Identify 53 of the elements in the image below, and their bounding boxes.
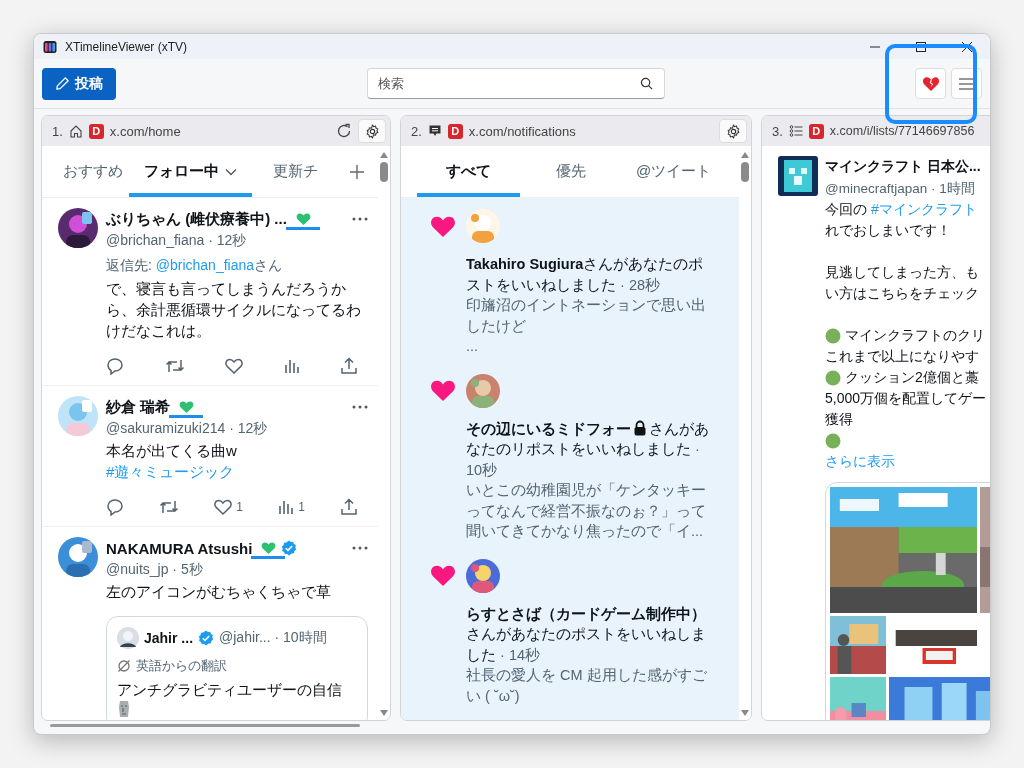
tab[interactable]: おすすめ — [58, 146, 129, 197]
author-name[interactable]: 紗倉 瑞希 — [106, 397, 171, 417]
post-text: 見逃してしまった方、も — [825, 263, 979, 282]
post-text: 獲得 — [825, 410, 853, 429]
view-count: 1 — [298, 500, 305, 514]
service-badge: D — [88, 123, 104, 139]
handle-and-time: @nuits_jp · 5秒 — [106, 561, 203, 577]
notification-text: Takahiro Sugiuraさんがあなたのポストをいいねしました · 28秒 — [466, 255, 705, 295]
column-number: 2. — [411, 123, 422, 139]
post-excerpt: 社長の愛人を CM 起用した感がすごい ( ˘ω˘) — [466, 667, 707, 704]
window-title: XTimelineViewer (xTV) — [65, 39, 188, 54]
service-badge: D — [808, 123, 824, 139]
column-url: x.com/notifications — [468, 123, 576, 139]
column-url: x.com/home — [109, 123, 181, 139]
translation-note: 英語からの翻訳 — [136, 657, 227, 675]
post-button[interactable]: 投稿 — [42, 67, 116, 100]
handle-and-time: @minecraftjapan · 1時間 — [825, 181, 975, 196]
notification-text: らすとさば（カードゲーム制作中） さんがあなたのポストをいいねしました · 14秒 — [466, 604, 707, 665]
tab[interactable]: フォロー中 — [128, 146, 252, 197]
tab[interactable]: 優先 — [519, 146, 623, 197]
handle-and-time: @sakuramizuki214 · 12秒 — [106, 420, 268, 436]
tab[interactable]: 更新チ — [251, 146, 340, 197]
column-number: 1. — [52, 123, 63, 139]
handle-and-time: @jahir... · 10時間 — [219, 629, 327, 647]
post-text: で、寝言も言ってしまうんだろうから、余計悪循環サイクルになってるわけだなこれは。 — [106, 279, 362, 341]
post-text: アンチグラビティユーザーの自信 — [117, 681, 342, 698]
post-text: マインクラフトのクリ — [845, 326, 985, 345]
post-text: クッション2億個と藁 — [845, 368, 979, 387]
search-field[interactable]: 検索 — [367, 68, 665, 99]
handle-and-time: @brichan_fiana · 12秒 — [106, 232, 247, 248]
post-text: これまで以上になりやす — [825, 347, 979, 366]
post-text: 5,000万個を配置してゲー — [825, 389, 987, 408]
author-name[interactable]: Jahir ... — [144, 630, 194, 646]
reply-suffix: さん — [254, 257, 283, 273]
column-url: x.com/i/lists/77146697856 — [829, 124, 975, 138]
post-text: 本名が出てくる曲w #遊々ミュージック — [106, 441, 238, 482]
tab[interactable]: @ツイート — [622, 146, 725, 197]
post-text: 左のアイコンがむちゃくちゃで草 — [106, 582, 332, 602]
more-text: ... — [466, 338, 479, 354]
service-badge: D — [447, 123, 463, 139]
post-excerpt: 印旛沼のイントネーションで思い出したけど — [466, 297, 706, 334]
tab[interactable]: すべて — [417, 146, 520, 197]
post-text: い方はこちらをチェック — [825, 284, 979, 303]
author-name[interactable]: ぶりちゃん (雌伏療養中) ... — [106, 209, 287, 229]
column-number: 3. — [772, 123, 783, 139]
post-text: 今回の — [825, 200, 867, 219]
notification-text: その辺にいるミドフォー さんがあなたのリポストをいいねしました · 10秒 — [466, 418, 710, 480]
author-name[interactable]: マインクラフト 日本公... — [825, 158, 981, 176]
like-count: 1 — [236, 500, 243, 514]
post-text: れでおしまいです！ — [825, 221, 951, 240]
author-name[interactable]: NAKAMURA Atsushi — [106, 539, 253, 557]
post-excerpt: いとこの幼稚園児が「ケンタッキーってなんで経営不振なのぉ？」って聞いてきてかなり焦ったので「イ... — [466, 482, 706, 539]
reply-label: 返信先: — [106, 257, 153, 273]
